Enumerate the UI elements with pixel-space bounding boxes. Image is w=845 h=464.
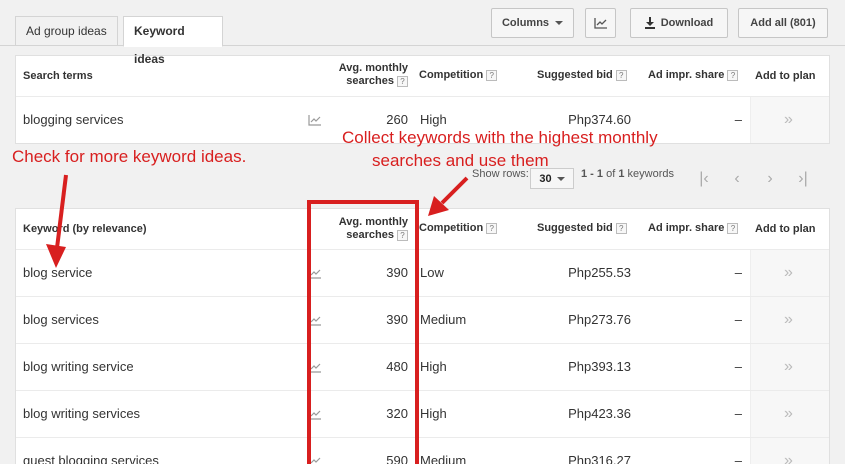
arrow-down-icon: [46, 174, 68, 268]
annotation-highest-line1: Collect keywords with the highest monthl…: [342, 128, 658, 147]
annotation-highest-line2: searches and use them: [372, 151, 549, 170]
annotation-arrows: [46, 174, 469, 268]
arrow-diagonal-icon: [428, 176, 469, 216]
annotation-more-ideas: Check for more keyword ideas.: [12, 147, 247, 166]
tab-keyword-ideas[interactable]: Keyword ideas: [123, 16, 223, 66]
